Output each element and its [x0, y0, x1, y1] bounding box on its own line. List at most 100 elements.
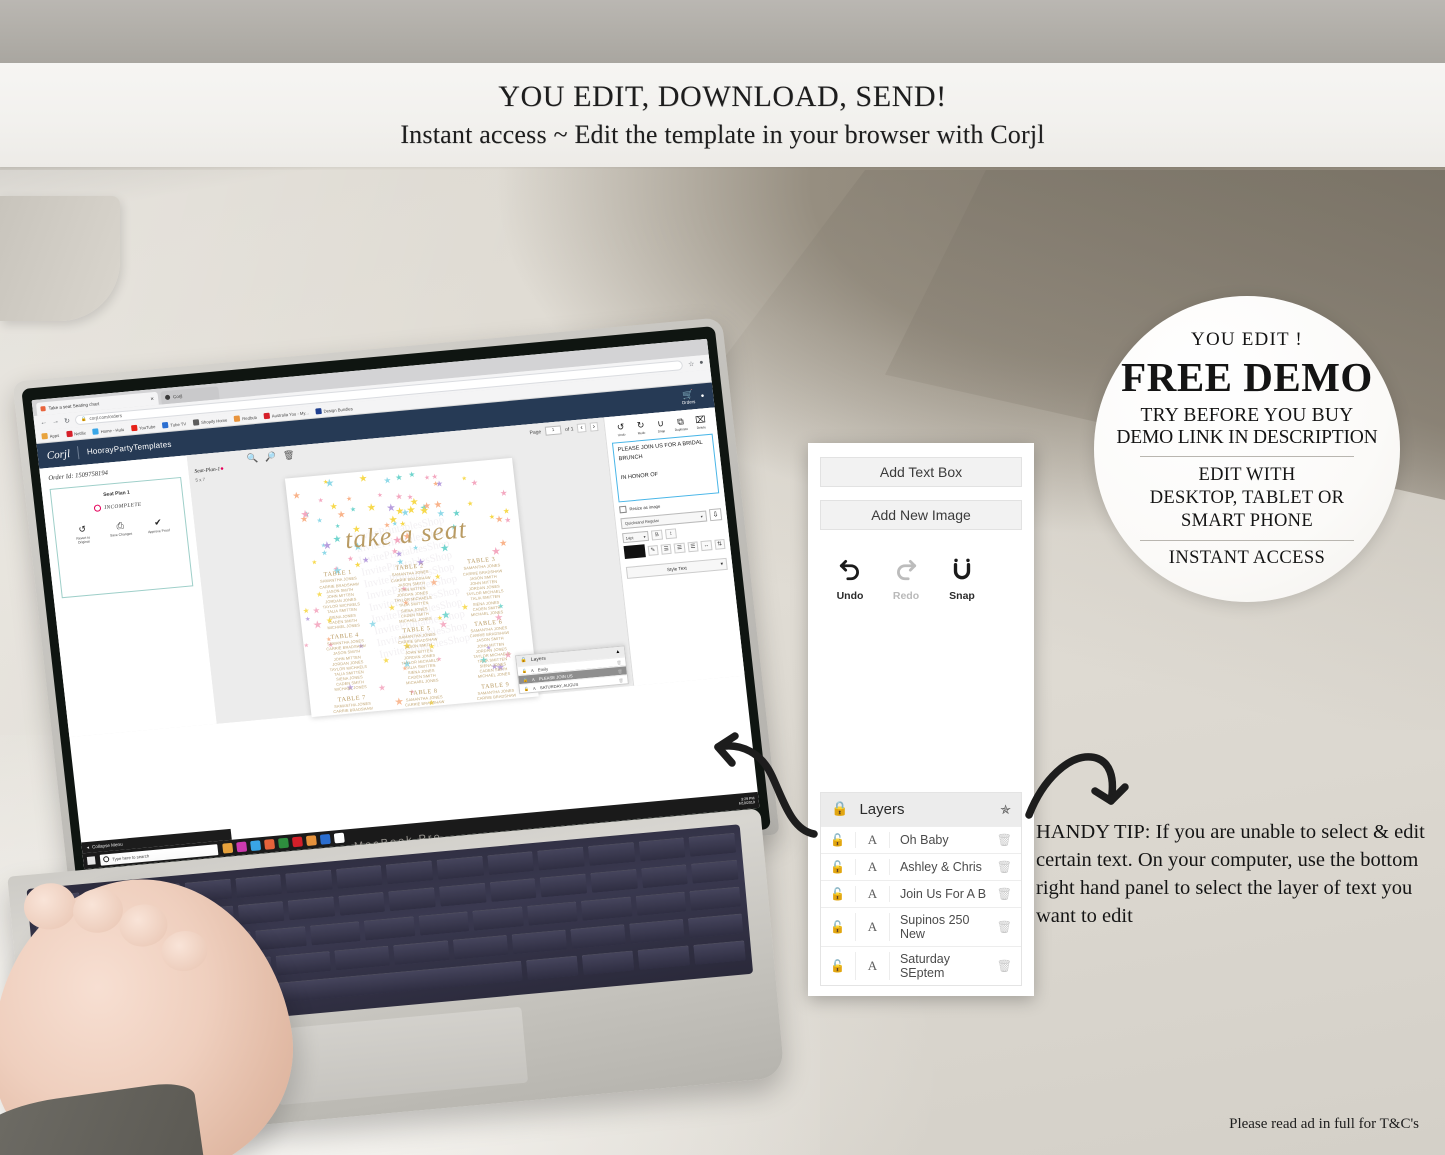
add-text-box-button[interactable]: Add Text Box [820, 457, 1022, 487]
keyboard-key[interactable] [570, 924, 626, 949]
keyboard-key[interactable] [581, 950, 635, 976]
bookmark-item[interactable]: Shopify Home [192, 417, 228, 426]
resize-checkbox[interactable] [619, 505, 627, 514]
trash-icon[interactable]: 🗑 [997, 959, 1012, 974]
keyboard-key[interactable] [637, 945, 691, 970]
trash-icon[interactable]: 🗑 [616, 659, 622, 664]
eyedropper-icon[interactable]: ✎ [647, 544, 659, 556]
laptop-trackpad[interactable] [272, 1006, 529, 1106]
bookmark-item[interactable]: Apps [41, 432, 59, 440]
keyboard-key[interactable] [587, 841, 636, 866]
bookmark-item[interactable]: Australia You - My... [263, 409, 309, 420]
bold-button[interactable]: B [650, 529, 664, 541]
seating-table[interactable]: TABLE 4 SAMANTHA JONES CARRIE BRADSHAW JASO… [311, 630, 385, 694]
bookmark-item[interactable]: Home - Hulu [92, 426, 124, 435]
page-input[interactable]: 1 [544, 425, 562, 436]
chevron-down-icon[interactable]: ✯ [1000, 802, 1011, 818]
add-new-image-button[interactable]: Add New Image [820, 500, 1022, 530]
text-edit-box[interactable]: PLEASE JOIN US FOR A BRIDAL BRUNCH IN HO… [611, 433, 720, 503]
chevron-left-icon[interactable]: ‹ [576, 423, 587, 433]
keyboard-key[interactable] [590, 868, 638, 893]
chrome-icon[interactable] [236, 841, 248, 853]
keyboard-key[interactable] [640, 864, 689, 889]
undo-button[interactable]: Undo [832, 556, 868, 602]
keyboard-key[interactable] [472, 906, 524, 931]
redo-button[interactable]: Redo [888, 556, 924, 602]
keyboard-key[interactable] [581, 896, 633, 921]
corjl-logo[interactable]: Corjl [46, 447, 70, 461]
trash-icon[interactable]: 🗑 [997, 860, 1012, 875]
keyboard-key[interactable] [418, 911, 470, 936]
style-text-accordion[interactable]: Style Text ▾ [625, 557, 728, 579]
keyboard-key[interactable] [511, 929, 567, 955]
keyboard-key[interactable] [436, 855, 484, 880]
star-bookmark-icon[interactable]: ☆ [688, 360, 695, 369]
trash-icon[interactable]: 🗑 [997, 833, 1012, 848]
trash-icon[interactable]: 🗑 [618, 677, 624, 682]
undo-button[interactable]: ↺ Undo [611, 421, 632, 438]
keyboard-key[interactable] [338, 891, 386, 916]
forward-icon[interactable]: → [52, 418, 60, 426]
unlock-icon[interactable]: 🔓 [830, 959, 845, 974]
keyboard-key[interactable] [334, 945, 391, 971]
bookmark-item[interactable]: Redbub [233, 414, 257, 422]
back-icon[interactable]: ← [40, 419, 48, 427]
keyboard-key[interactable] [386, 860, 434, 885]
keyboard-key[interactable] [335, 864, 384, 889]
bookmark-item[interactable]: Tube TV [162, 420, 186, 429]
keyboard-key[interactable] [388, 887, 436, 912]
zoom-in-icon[interactable]: 🔍 [246, 453, 258, 465]
keyboard-key[interactable] [537, 846, 585, 871]
chevron-right-icon[interactable]: › [589, 422, 599, 432]
layer-row[interactable]: 🔓 A Join Us For A B 🗑 [821, 880, 1021, 907]
keyboard-key[interactable] [693, 940, 746, 965]
duplicate-button[interactable]: ⧉ Duplicate [670, 416, 691, 433]
keyboard-key[interactable] [689, 886, 741, 911]
keyboard-key[interactable] [635, 891, 687, 916]
keyboard-key[interactable] [489, 877, 537, 903]
keyboard-key[interactable] [487, 851, 535, 876]
color-swatch[interactable] [623, 544, 646, 560]
reload-icon[interactable]: ↻ [64, 416, 71, 424]
seating-table[interactable]: TABLE 8 SAMANTHA JONES CARRIE BRADSHAW JASO… [389, 685, 463, 717]
tab-close-icon[interactable]: ✕ [150, 396, 154, 402]
revert-action[interactable]: ↺ Revert to Original [69, 523, 97, 546]
seating-table[interactable]: TABLE 2 SAMANTHA JONES CARRIE BRADSHAW JASO… [375, 561, 449, 625]
keyboard-key[interactable] [628, 918, 685, 944]
photos-icon[interactable] [222, 842, 234, 854]
trash-icon[interactable]: 🗑 [617, 668, 623, 673]
keyboard-key[interactable] [309, 921, 361, 946]
text-direction-icon[interactable]: ⇅ [713, 538, 726, 550]
template-canvas[interactable]: InvitePrintablesShop InvitePrintablesShop… [284, 458, 539, 718]
letter-spacing-icon[interactable]: ↔ [700, 539, 713, 551]
trash-icon[interactable]: 🗑 [283, 450, 296, 462]
profile-icon[interactable]: ● [699, 359, 704, 366]
keyboard-key[interactable] [452, 934, 509, 960]
layer-row[interactable]: 🔓 A Supinos 250 New 🗑 [821, 907, 1021, 946]
unlock-icon[interactable]: 🔓 [830, 887, 845, 902]
seating-table[interactable]: TABLE 1 SAMANTHA JONES CARRIE BRADSHAW JASO… [304, 568, 378, 632]
trash-icon[interactable]: 🗑 [997, 887, 1012, 902]
layer-row[interactable]: 🔓 A Ashley & Chris 🗑 [821, 853, 1021, 880]
unlock-icon[interactable]: 🔓 [830, 860, 845, 875]
chevron-up-icon[interactable]: ▲ [615, 649, 620, 654]
unlock-icon[interactable]: 🔓 [524, 686, 530, 691]
align-left-icon[interactable]: ☰ [660, 543, 672, 555]
unlock-icon[interactable]: 🔓 [522, 668, 528, 673]
seating-table[interactable]: TABLE 7 SAMANTHA JONES CARRIE BRADSHAW JASO… [318, 692, 392, 718]
keyboard-key[interactable] [638, 837, 686, 862]
align-center-icon[interactable]: ☰ [673, 542, 686, 553]
keyboard-key[interactable] [439, 882, 487, 907]
unlock-icon[interactable]: 🔓 [523, 677, 529, 682]
bookmark-item[interactable]: YouTube [130, 423, 156, 432]
firefox-icon[interactable] [277, 837, 290, 849]
line-height-button[interactable]: ↕ [664, 528, 677, 540]
keyboard-key[interactable] [275, 950, 332, 976]
order-card[interactable]: Seat Plan 1 INCOMPLETE ↺ Revert to Origin… [49, 476, 194, 599]
keyboard-key[interactable] [539, 873, 588, 898]
zoom-out-icon[interactable]: 🔎 [264, 451, 276, 463]
layers-header[interactable]: 🔒 Layers ✯ [821, 793, 1021, 826]
keyboard-key[interactable] [393, 940, 450, 966]
keyboard-key[interactable] [285, 869, 333, 894]
unlock-icon[interactable]: 🔓 [830, 920, 845, 935]
